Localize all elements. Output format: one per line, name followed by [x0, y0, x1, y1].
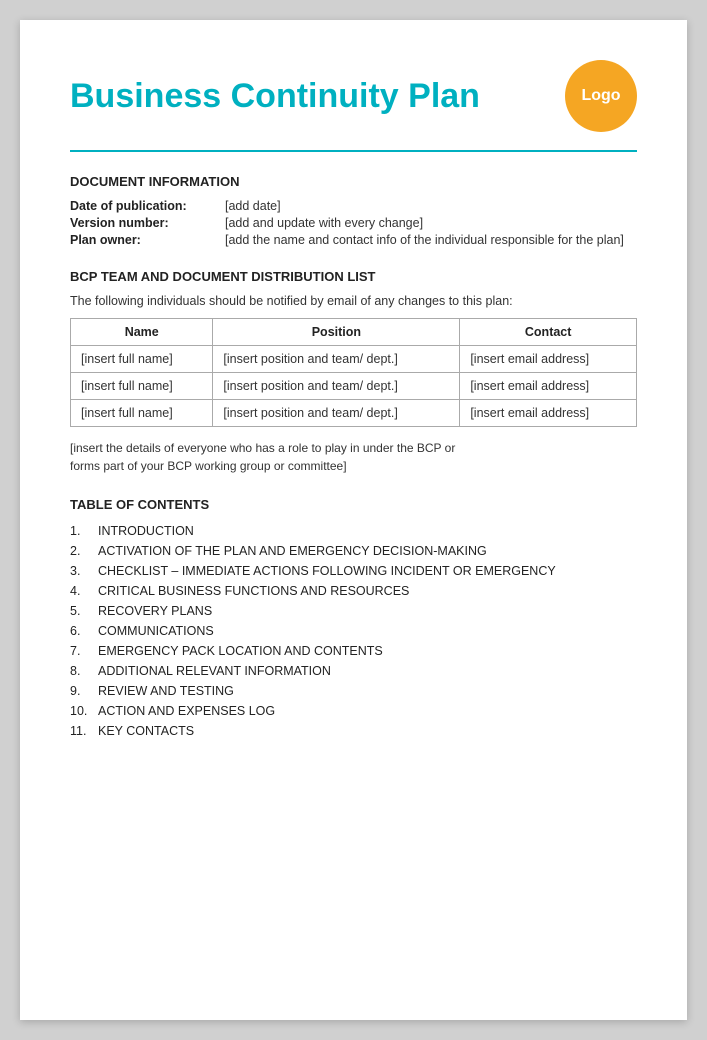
toc-num-4: 5.	[70, 604, 98, 618]
doc-info-value-1: [add and update with every change]	[225, 216, 423, 230]
toc-num-5: 6.	[70, 624, 98, 638]
toc-num-6: 7.	[70, 644, 98, 658]
doc-info-label-2: Plan owner:	[70, 233, 225, 247]
toc-title: TABLE OF CONTENTS	[70, 497, 637, 512]
cell-name-0: [insert full name]	[71, 346, 213, 373]
list-item: 10. ACTION AND EXPENSES LOG	[70, 704, 637, 718]
list-item: 4. CRITICAL BUSINESS FUNCTIONS AND RESOU…	[70, 584, 637, 598]
document-information-section: DOCUMENT INFORMATION Date of publication…	[70, 174, 637, 247]
doc-info-row: Plan owner: [add the name and contact in…	[70, 233, 637, 247]
doc-info-table: Date of publication: [add date] Version …	[70, 199, 637, 247]
toc-num-0: 1.	[70, 524, 98, 538]
header: Business Continuity Plan Logo	[70, 60, 637, 132]
bcp-team-desc: The following individuals should be noti…	[70, 294, 637, 308]
toc-num-1: 2.	[70, 544, 98, 558]
toc-label-6: EMERGENCY PACK LOCATION AND CONTENTS	[98, 644, 383, 658]
cell-contact-1: [insert email address]	[460, 373, 637, 400]
toc-num-9: 10.	[70, 704, 98, 718]
toc-num-3: 4.	[70, 584, 98, 598]
bcp-team-title: BCP TEAM AND DOCUMENT DISTRIBUTION LIST	[70, 269, 637, 284]
toc-label-10: KEY CONTACTS	[98, 724, 194, 738]
col-position: Position	[213, 319, 460, 346]
doc-info-label-1: Version number:	[70, 216, 225, 230]
table-row: [insert full name] [insert position and …	[71, 346, 637, 373]
toc-label-3: CRITICAL BUSINESS FUNCTIONS AND RESOURCE…	[98, 584, 409, 598]
cell-position-1: [insert position and team/ dept.]	[213, 373, 460, 400]
list-item: 5. RECOVERY PLANS	[70, 604, 637, 618]
document-information-title: DOCUMENT INFORMATION	[70, 174, 637, 189]
cell-contact-0: [insert email address]	[460, 346, 637, 373]
toc-label-5: COMMUNICATIONS	[98, 624, 214, 638]
toc-num-7: 8.	[70, 664, 98, 678]
toc-label-0: INTRODUCTION	[98, 524, 194, 538]
toc-num-8: 9.	[70, 684, 98, 698]
list-item: 2. ACTIVATION OF THE PLAN AND EMERGENCY …	[70, 544, 637, 558]
header-divider	[70, 150, 637, 152]
toc-label-9: ACTION AND EXPENSES LOG	[98, 704, 275, 718]
col-name: Name	[71, 319, 213, 346]
list-item: 7. EMERGENCY PACK LOCATION AND CONTENTS	[70, 644, 637, 658]
cell-name-2: [insert full name]	[71, 400, 213, 427]
cell-position-2: [insert position and team/ dept.]	[213, 400, 460, 427]
list-item: 1. INTRODUCTION	[70, 524, 637, 538]
list-item: 9. REVIEW AND TESTING	[70, 684, 637, 698]
toc-label-4: RECOVERY PLANS	[98, 604, 212, 618]
cell-name-1: [insert full name]	[71, 373, 213, 400]
list-item: 3. CHECKLIST – IMMEDIATE ACTIONS FOLLOWI…	[70, 564, 637, 578]
doc-info-value-0: [add date]	[225, 199, 281, 213]
distribution-table: Name Position Contact [insert full name]…	[70, 318, 637, 427]
table-header-row: Name Position Contact	[71, 319, 637, 346]
bcp-team-section: BCP TEAM AND DOCUMENT DISTRIBUTION LIST …	[70, 269, 637, 475]
table-row: [insert full name] [insert position and …	[71, 373, 637, 400]
toc-label-8: REVIEW AND TESTING	[98, 684, 234, 698]
bcp-table-note: [insert the details of everyone who has …	[70, 439, 637, 475]
toc-label-2: CHECKLIST – IMMEDIATE ACTIONS FOLLOWING …	[98, 564, 556, 578]
list-item: 11. KEY CONTACTS	[70, 724, 637, 738]
page: Business Continuity Plan Logo DOCUMENT I…	[20, 20, 687, 1020]
list-item: 8. ADDITIONAL RELEVANT INFORMATION	[70, 664, 637, 678]
toc-section: TABLE OF CONTENTS 1. INTRODUCTION 2. ACT…	[70, 497, 637, 738]
toc-num-10: 11.	[70, 724, 98, 738]
cell-contact-2: [insert email address]	[460, 400, 637, 427]
cell-position-0: [insert position and team/ dept.]	[213, 346, 460, 373]
doc-info-row: Version number: [add and update with eve…	[70, 216, 637, 230]
toc-label-1: ACTIVATION OF THE PLAN AND EMERGENCY DEC…	[98, 544, 487, 558]
toc-list: 1. INTRODUCTION 2. ACTIVATION OF THE PLA…	[70, 524, 637, 738]
logo: Logo	[565, 60, 637, 132]
doc-info-label-0: Date of publication:	[70, 199, 225, 213]
page-title: Business Continuity Plan	[70, 77, 480, 116]
col-contact: Contact	[460, 319, 637, 346]
toc-label-7: ADDITIONAL RELEVANT INFORMATION	[98, 664, 331, 678]
table-row: [insert full name] [insert position and …	[71, 400, 637, 427]
toc-num-2: 3.	[70, 564, 98, 578]
doc-info-row: Date of publication: [add date]	[70, 199, 637, 213]
list-item: 6. COMMUNICATIONS	[70, 624, 637, 638]
doc-info-value-2: [add the name and contact info of the in…	[225, 233, 624, 247]
